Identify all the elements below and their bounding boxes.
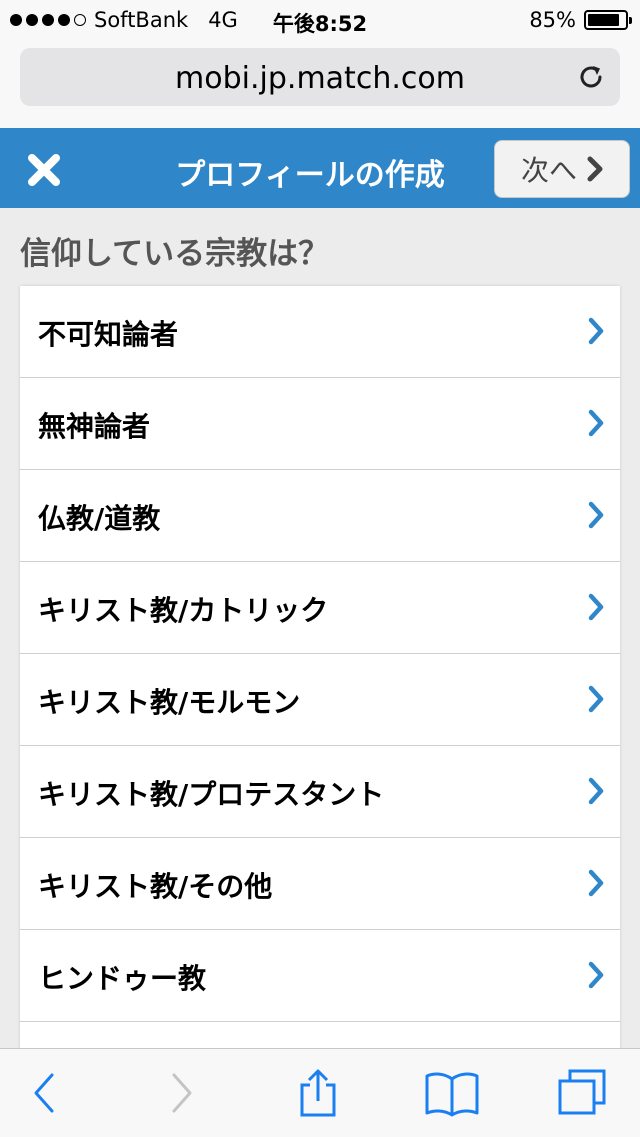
religion-option[interactable]: 不可知論者 xyxy=(20,286,620,378)
chevron-right-icon xyxy=(588,777,604,805)
browser-toolbar xyxy=(0,1048,640,1137)
chevron-right-icon xyxy=(588,961,604,989)
share-icon[interactable] xyxy=(296,1069,340,1117)
status-bar: SoftBank 4G 午後8:52 85% xyxy=(0,0,640,40)
religion-option-list: 不可知論者 無神論者 仏教/道教 キリスト教/カトリック キリスト教/モルモン キリスト教… xyxy=(20,286,620,1114)
religion-option[interactable]: キリスト教/その他 xyxy=(20,838,620,930)
religion-option-label: 無神論者 xyxy=(38,410,151,443)
religion-option-label: キリスト教/カトリック xyxy=(38,594,329,627)
battery-icon xyxy=(584,10,632,30)
browser-address-area: mobi.jp.match.com xyxy=(0,40,640,129)
question-title: 信仰している宗教は？ xyxy=(20,236,330,272)
religion-option-label: キリスト教/プロテスタント xyxy=(38,778,385,811)
religion-option-label: 不可知論者 xyxy=(38,318,179,351)
chevron-right-icon xyxy=(588,685,604,713)
app-header: プロフィールの作成 次へ xyxy=(0,128,640,208)
back-icon[interactable] xyxy=(30,1069,58,1117)
address-url[interactable]: mobi.jp.match.com xyxy=(20,61,620,96)
battery-fill xyxy=(588,14,619,26)
bookmarks-icon[interactable] xyxy=(424,1069,480,1117)
reload-icon[interactable] xyxy=(576,62,606,92)
chevron-right-icon xyxy=(587,156,603,182)
forward-icon[interactable] xyxy=(168,1069,196,1117)
next-button[interactable]: 次へ xyxy=(494,140,630,198)
religion-option[interactable]: 仏教/道教 xyxy=(20,470,620,562)
religion-option-label: キリスト教/モルモン xyxy=(38,686,301,719)
religion-option[interactable]: キリスト教/プロテスタント xyxy=(20,746,620,838)
content-area: 信仰している宗教は？ 不可知論者 無神論者 仏教/道教 キリスト教/カトリック キリスト… xyxy=(0,208,640,1114)
chevron-right-icon xyxy=(588,409,604,437)
religion-option-label: キリスト教/その他 xyxy=(38,870,273,903)
close-icon[interactable] xyxy=(24,150,64,190)
religion-option[interactable]: キリスト教/カトリック xyxy=(20,562,620,654)
religion-option-label: 仏教/道教 xyxy=(38,502,161,535)
chevron-right-icon xyxy=(588,593,604,621)
religion-option-label: ヒンドゥー教 xyxy=(38,962,207,995)
religion-option[interactable]: ヒンドゥー教 xyxy=(20,930,620,1022)
address-bar[interactable]: mobi.jp.match.com xyxy=(20,48,620,106)
tabs-icon[interactable] xyxy=(556,1069,608,1117)
chevron-right-icon xyxy=(588,317,604,345)
chevron-right-icon xyxy=(588,501,604,529)
chevron-right-icon xyxy=(588,869,604,897)
religion-option[interactable]: キリスト教/モルモン xyxy=(20,654,620,746)
next-button-label: 次へ xyxy=(520,154,577,187)
religion-option[interactable]: 無神論者 xyxy=(20,378,620,470)
status-right: 85% xyxy=(529,8,632,32)
battery-percent: 85% xyxy=(529,8,576,32)
page-title: プロフィールの作成 xyxy=(175,158,445,193)
